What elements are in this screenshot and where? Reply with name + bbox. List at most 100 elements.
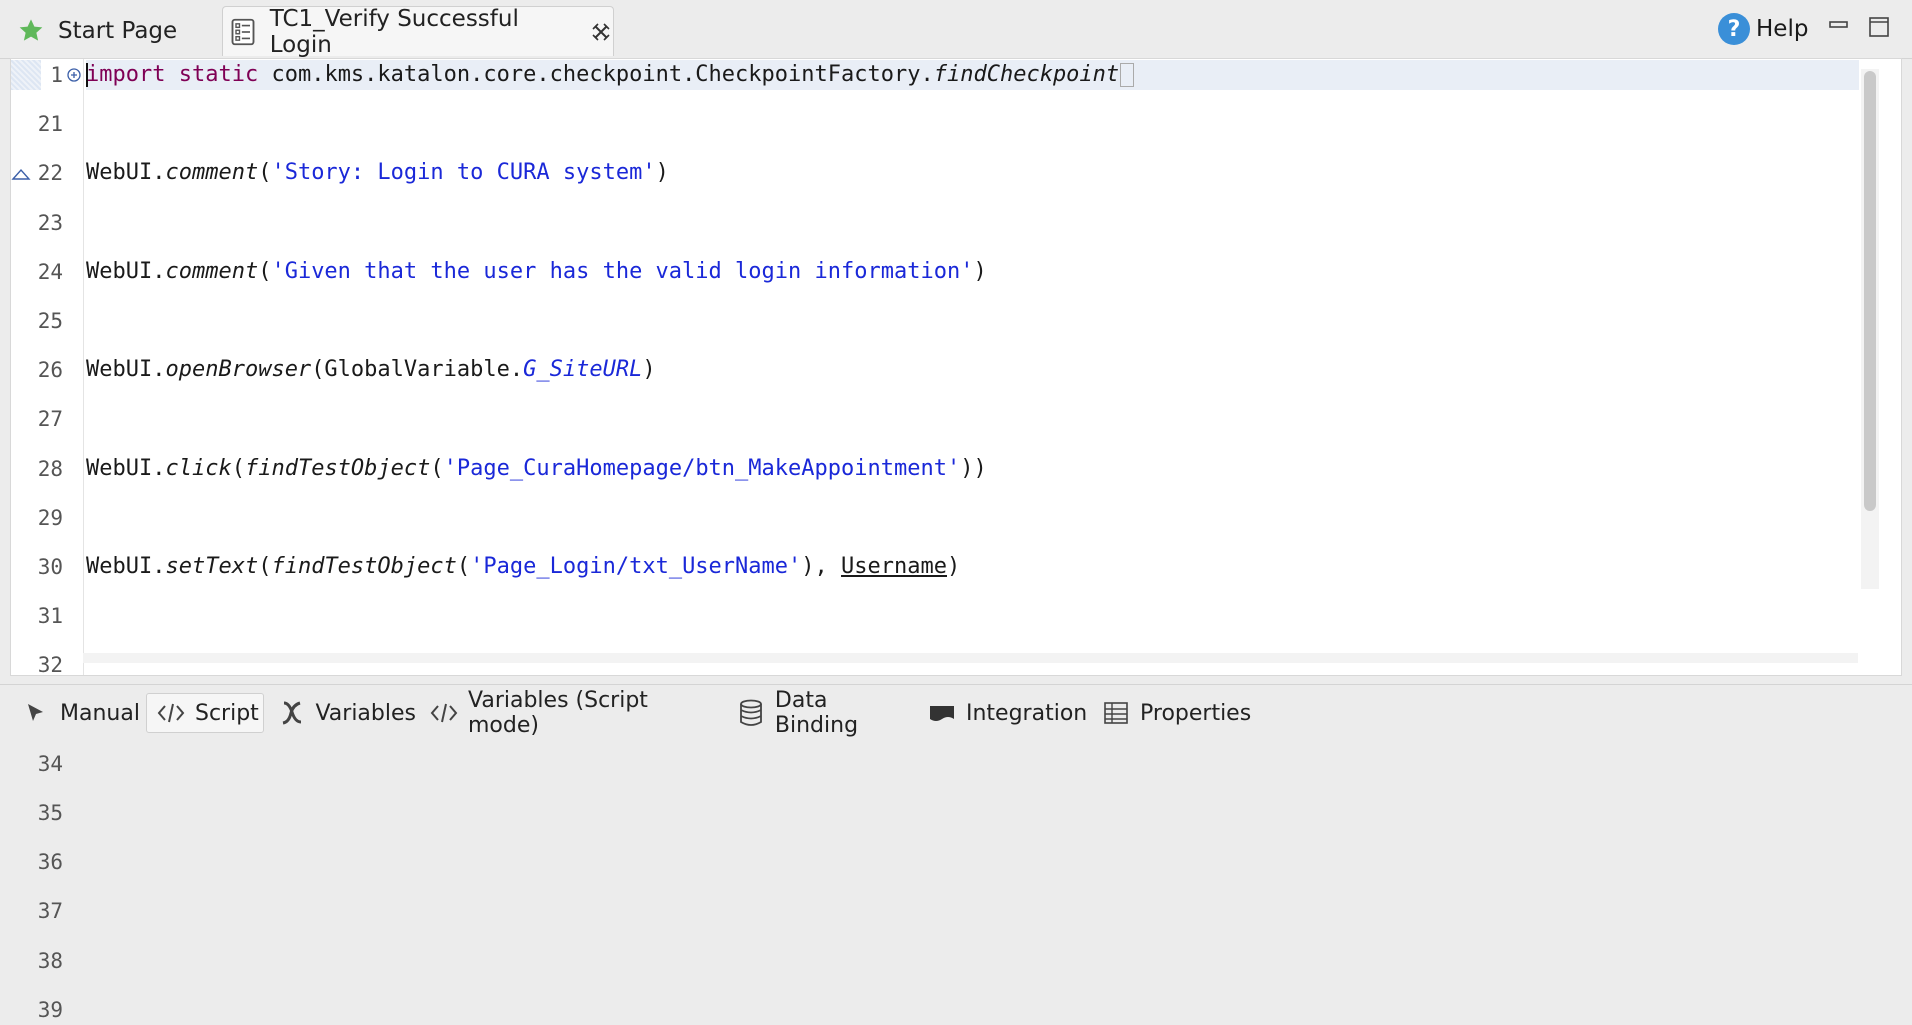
tab-label: Data Binding [774, 688, 859, 738]
code-token: 'Page_Login/txt_UserName' [470, 554, 802, 579]
help-label: Help [1756, 16, 1809, 42]
line-number: 28 [37, 456, 63, 481]
code-token: 'Page_CuraHomepage/btn_MakeAppointment' [443, 455, 961, 481]
line-number: 31 [37, 604, 63, 629]
tab-test-case[interactable]: TC1_Verify Successful Login [222, 5, 614, 58]
line-number: 32 [37, 653, 63, 678]
code-token: setText [165, 554, 259, 579]
scrollbar-thumb[interactable] [1864, 71, 1876, 511]
code-token: ), [801, 554, 842, 579]
maximize-icon[interactable] [1866, 14, 1892, 40]
code-token: 'Story: Login to CURA system' [271, 160, 656, 186]
code-token: openBrowser [165, 357, 312, 383]
code-token: findTestObject [244, 455, 431, 481]
line-number: 27 [37, 407, 63, 432]
code-line[interactable]: WebUI.setText(findTestObject('Page_Login… [86, 650, 1786, 651]
cursor-icon [22, 699, 50, 727]
database-icon [738, 699, 765, 727]
code-line[interactable]: import static com.kms.katalon.core.check… [86, 60, 1859, 90]
code-token: )) [960, 455, 987, 481]
code-token: WebUI. [86, 160, 166, 186]
code-token: ) [973, 258, 987, 284]
collapse-marker-icon[interactable] [11, 168, 31, 181]
code-line[interactable] [86, 109, 1786, 139]
code-line[interactable]: WebUI.openBrowser(GlobalVariable.G_SiteU… [86, 355, 1786, 385]
code-token: WebUI. [86, 554, 166, 579]
code-line[interactable]: WebUI.comment('Given that the user has t… [86, 257, 1786, 287]
tab-test-case-label: TC1_Verify Successful Login [269, 5, 519, 58]
code-line[interactable]: WebUI.click(findTestObject('Page_CuraHom… [86, 454, 1786, 484]
line-number: 26 [37, 358, 63, 383]
code-token: ( [258, 258, 272, 284]
tab-label: Script [195, 700, 259, 726]
line-number: 38 [37, 948, 63, 973]
tab-label: Variables [315, 700, 416, 726]
code-line[interactable] [86, 601, 1786, 631]
code-area[interactable]: import static com.kms.katalon.core.check… [86, 59, 1859, 651]
line-number: 30 [37, 555, 63, 579]
tab-integration[interactable]: Integration [918, 693, 1088, 733]
code-token: ( [430, 455, 444, 481]
code-icon [430, 699, 458, 727]
code-line[interactable] [86, 404, 1786, 434]
code-line[interactable] [86, 306, 1786, 336]
code-token: 'Given that the user has the valid login… [271, 258, 974, 284]
line-number: 24 [37, 259, 63, 284]
table-icon [1102, 699, 1130, 727]
code-token: ) [947, 554, 961, 579]
code-line[interactable]: WebUI.comment('Story: Login to CURA syst… [86, 158, 1786, 188]
line-number-gutter: 121222324252627282930313233343536373839 [11, 59, 84, 1022]
tab-variables-script-mode[interactable]: Variables (Script mode) [420, 688, 720, 738]
help-button[interactable]: ? Help [1718, 12, 1808, 46]
tab-properties[interactable]: Properties [1092, 693, 1272, 733]
code-line[interactable]: WebUI.setText(findTestObject('Page_Login… [86, 552, 1786, 582]
code-token: ( [231, 455, 245, 481]
close-icon[interactable] [589, 20, 613, 44]
tab-label: Integration [966, 700, 1088, 726]
script-editor[interactable]: 121222324252627282930313233343536373839 … [10, 58, 1902, 1022]
expand-fold-icon[interactable] [67, 68, 81, 82]
line-number: 1 [50, 63, 63, 87]
variable-x-icon [278, 699, 305, 727]
code-token: ( [258, 160, 272, 186]
tab-start-page[interactable]: Start Page [0, 6, 214, 56]
code-token: findCheckpoint [933, 62, 1120, 87]
line-number: 37 [37, 899, 63, 924]
tab-variables[interactable]: Variables [268, 693, 416, 733]
tab-data-binding[interactable]: Data Binding [728, 688, 912, 738]
code-token: comment [165, 160, 259, 186]
code-line[interactable] [86, 208, 1786, 238]
code-icon [157, 699, 185, 727]
help-icon: ? [1718, 13, 1750, 45]
code-token: (GlobalVariable. [311, 357, 524, 383]
tab-label: Properties [1140, 700, 1252, 726]
code-token: WebUI. [86, 357, 166, 383]
tab-script[interactable]: Script [146, 693, 264, 733]
text-caret [86, 63, 88, 87]
test-case-icon [229, 17, 258, 47]
code-token: G_SiteURL [523, 357, 643, 383]
editor-tab-bar: Start Page TC1_Verify Successful Login ? [0, 0, 1912, 59]
code-line[interactable] [86, 503, 1786, 533]
code-token: import [86, 62, 166, 87]
code-token: ( [456, 554, 471, 579]
line-number: 39 [37, 997, 63, 1022]
code-token: click [165, 455, 232, 481]
minimize-icon[interactable] [1826, 14, 1852, 40]
code-token: ) [642, 357, 656, 383]
line-number: 35 [37, 801, 63, 825]
tab-label: Manual [60, 700, 140, 726]
horizontal-scrollbar[interactable] [83, 653, 1858, 663]
code-token: findTestObject [271, 554, 457, 579]
code-token: comment [165, 258, 259, 284]
editor-mode-tabs: Manual Script Variables Variables (Script m… [0, 684, 1912, 741]
folded-region-ellipsis[interactable] [1120, 63, 1135, 87]
vertical-scrollbar[interactable] [1861, 69, 1879, 589]
tab-manual[interactable]: Manual [12, 693, 144, 733]
code-token: ( [258, 554, 272, 579]
line-number: 29 [37, 505, 63, 530]
star-icon [16, 16, 46, 46]
line-number: 25 [37, 309, 63, 333]
line-number: 36 [37, 850, 63, 875]
